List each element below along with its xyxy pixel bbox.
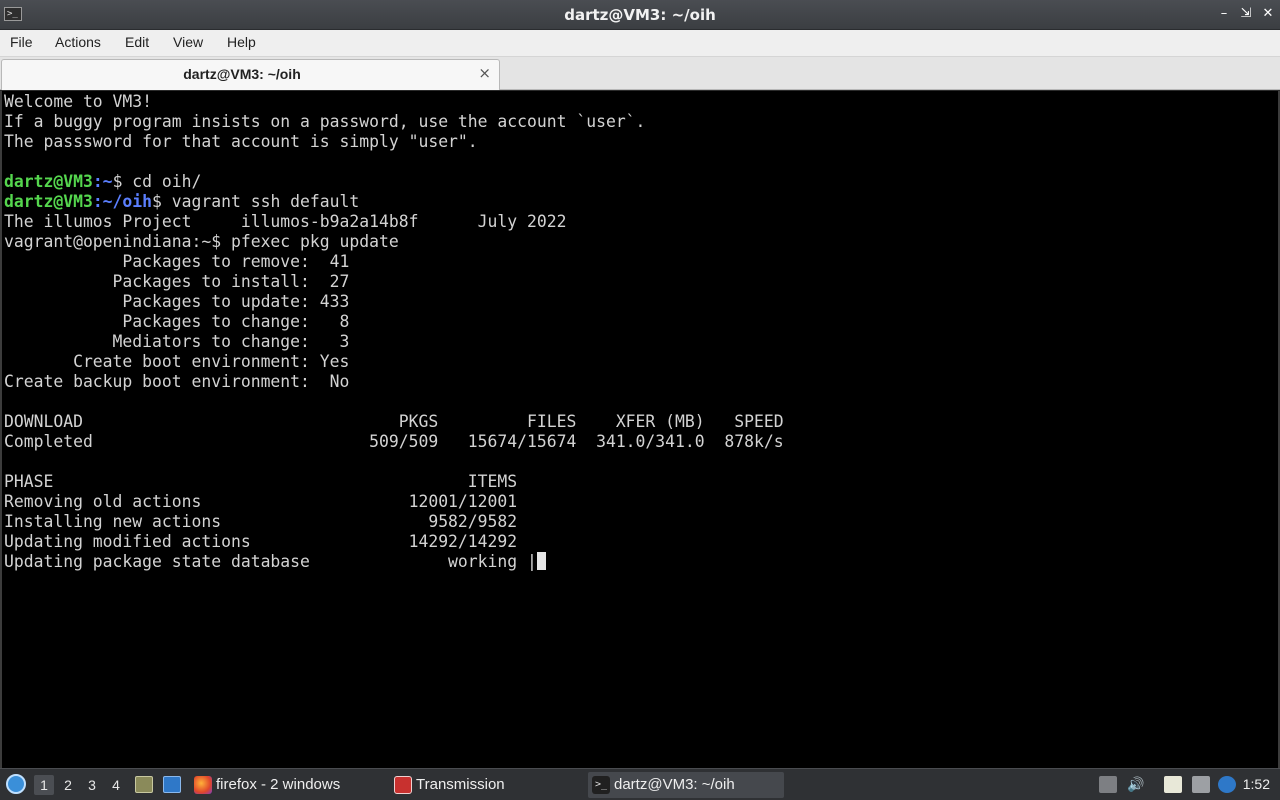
workspace-4[interactable]: 4 bbox=[106, 775, 126, 795]
notification-icon[interactable] bbox=[1218, 776, 1236, 793]
menu-help[interactable]: Help bbox=[227, 34, 256, 50]
terminal-view[interactable]: Welcome to VM3! If a buggy program insist… bbox=[0, 91, 1280, 768]
close-icon[interactable]: ✕ bbox=[1260, 5, 1276, 23]
terminal-line: Packages to change: 8 bbox=[4, 312, 350, 331]
task-transmission[interactable]: Transmission bbox=[390, 772, 580, 798]
workspace-2[interactable]: 2 bbox=[58, 775, 78, 795]
workspace-3[interactable]: 3 bbox=[82, 775, 102, 795]
prompt-user: dartz@VM3 bbox=[4, 192, 93, 211]
tab-close-icon[interactable]: × bbox=[478, 64, 491, 82]
terminal-line: vagrant@openindiana:~$ pfexec pkg update bbox=[4, 232, 399, 251]
firefox-icon bbox=[194, 776, 212, 794]
terminal-line: Mediators to change: 3 bbox=[4, 332, 350, 351]
network-icon[interactable] bbox=[1192, 776, 1210, 793]
terminal-line: Packages to remove: 41 bbox=[4, 252, 350, 271]
prompt-path: :~/oih bbox=[92, 192, 153, 211]
prompt-command: $ vagrant ssh default bbox=[152, 192, 360, 211]
prompt-path: :~ bbox=[92, 172, 113, 191]
menu-file[interactable]: File bbox=[10, 34, 33, 50]
volume-icon[interactable]: 🔊 bbox=[1127, 776, 1145, 793]
terminal-line: The passsword for that account is simply… bbox=[4, 132, 478, 151]
window-titlebar: >_ dartz@VM3: ~/oih – ⇲ ✕ bbox=[0, 0, 1280, 30]
terminal-line: dartz@VM3:~$ cd oih/ bbox=[4, 172, 784, 192]
workspace-1[interactable]: 1 bbox=[34, 775, 54, 795]
terminal-line: Removing old actions 12001/12001 bbox=[4, 492, 518, 511]
maximize-icon[interactable]: ⇲ bbox=[1238, 5, 1254, 23]
terminal-line: Updating modified actions 14292/14292 bbox=[4, 532, 518, 551]
terminal-line: Installing new actions 9582/9582 bbox=[4, 512, 518, 531]
clipboard-icon[interactable] bbox=[1099, 776, 1117, 793]
tab-label: dartz@VM3: ~/oih bbox=[183, 66, 301, 82]
task-label: firefox - 2 windows bbox=[216, 776, 341, 793]
clock: 1:52 bbox=[1242, 776, 1270, 792]
terminal-line: Packages to update: 433 bbox=[4, 292, 350, 311]
menu-actions[interactable]: Actions bbox=[55, 34, 101, 50]
task-terminal[interactable]: >_ dartz@VM3: ~/oih bbox=[588, 772, 784, 798]
menu-bar: File Actions Edit View Help bbox=[0, 30, 1280, 57]
terminal-line: Welcome to VM3! bbox=[4, 92, 153, 111]
terminal-line: Completed 509/509 15674/15674 341.0/341.… bbox=[4, 432, 784, 451]
terminal-output: Welcome to VM3! If a buggy program insist… bbox=[4, 92, 784, 572]
terminal-line: dartz@VM3:~/oih$ vagrant ssh default bbox=[4, 192, 784, 212]
terminal-line: PHASE ITEMS bbox=[4, 472, 518, 491]
tab-terminal[interactable]: dartz@VM3: ~/oih × bbox=[1, 59, 500, 90]
minimize-icon[interactable]: – bbox=[1216, 5, 1232, 23]
show-desktop-icon[interactable] bbox=[163, 776, 181, 793]
task-firefox[interactable]: firefox - 2 windows bbox=[190, 772, 380, 798]
prompt-command: $ cd oih/ bbox=[112, 172, 202, 191]
transmission-icon bbox=[394, 776, 412, 794]
window-title: dartz@VM3: ~/oih bbox=[564, 6, 716, 24]
terminal-line: Create backup boot environment: No bbox=[4, 372, 350, 391]
menu-edit[interactable]: Edit bbox=[125, 34, 149, 50]
terminal-line: If a buggy program insists on a password… bbox=[4, 112, 646, 131]
files-icon[interactable] bbox=[1164, 776, 1182, 793]
taskbar: 1 2 3 4 firefox - 2 windows Transmission… bbox=[0, 768, 1280, 800]
start-menu-icon[interactable] bbox=[6, 774, 26, 794]
terminal-cursor bbox=[536, 552, 546, 570]
terminal-line: Updating package state database working … bbox=[4, 552, 784, 572]
prompt-user: dartz@VM3 bbox=[4, 172, 93, 191]
terminal-text: Updating package state database working … bbox=[4, 552, 537, 571]
file-manager-icon[interactable] bbox=[135, 776, 153, 793]
menu-view[interactable]: View bbox=[173, 34, 203, 50]
terminal-line: Packages to install: 27 bbox=[4, 272, 350, 291]
terminal-line: DOWNLOAD PKGS FILES XFER (MB) SPEED bbox=[4, 412, 784, 431]
task-label: Transmission bbox=[416, 776, 505, 793]
task-label: dartz@VM3: ~/oih bbox=[614, 776, 735, 793]
tab-strip: dartz@VM3: ~/oih × bbox=[0, 57, 1280, 90]
terminal-line: The illumos Project illumos-b9a2a14b8f J… bbox=[4, 212, 567, 231]
terminal-icon: >_ bbox=[592, 776, 610, 794]
terminal-line: Create boot environment: Yes bbox=[4, 352, 350, 371]
